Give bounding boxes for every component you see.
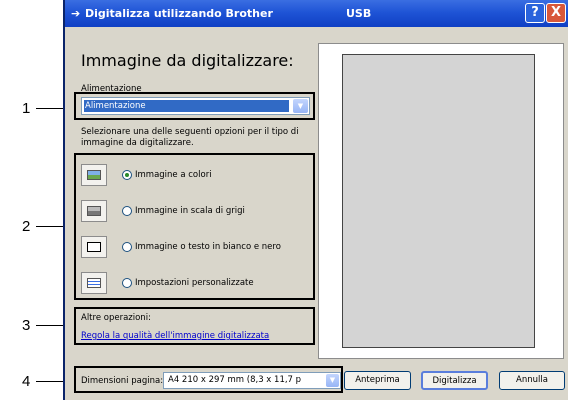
cancel-button[interactable]: Annulla [499,371,565,390]
chevron-down-icon[interactable]: ▼ [326,374,339,387]
radio-grayscale-image[interactable] [122,206,132,216]
preview-page [342,54,535,348]
option-grayscale-image[interactable]: Immagine in scala di grigi [135,206,245,216]
page-size-label: Dimensioni pagina: [81,376,164,386]
callout-4: 4 [22,373,31,390]
callout-2: 2 [22,218,31,235]
scan-button[interactable]: Digitalizza [421,371,488,390]
option-color-image[interactable]: Immagine a colori [135,170,212,180]
help-button[interactable]: ? [525,3,545,23]
custom-settings-icon[interactable] [81,272,107,294]
callout-3: 3 [22,317,31,334]
close-button[interactable]: X [546,3,566,23]
callout-1: 1 [22,100,31,117]
title-bar: ➔ Digitalizza utilizzando Brother USB ? … [65,0,568,27]
chevron-down-icon[interactable]: ▼ [293,99,308,113]
preview-button[interactable]: Anteprima [344,371,411,390]
option-custom-settings[interactable]: Impostazioni personalizzate [135,278,254,288]
grayscale-image-icon[interactable] [81,200,107,222]
preview-area [318,43,564,359]
source-select-value: Alimentazione [84,100,289,112]
page-size-value: A4 210 x 297 mm (8,3 x 11,7 p [168,375,302,385]
instructions-line-2: immagine da digitalizzare. [81,138,194,148]
source-select[interactable]: Alimentazione ▼ [81,97,310,115]
scanner-app-icon: ➔ [71,7,81,20]
instructions-line-1: Selezionare una delle seguenti opzioni p… [81,127,299,137]
page-size-select[interactable]: A4 210 x 297 mm (8,3 x 11,7 p ▼ [163,372,341,389]
page-title: Immagine da digitalizzare: [81,51,294,70]
radio-custom-settings[interactable] [122,278,132,288]
black-white-text-icon[interactable] [81,236,107,258]
scan-dialog: ➔ Digitalizza utilizzando Brother USB ? … [63,0,568,400]
connection-type: USB [346,7,372,20]
adjust-quality-link[interactable]: Regola la qualità dell'immagine digitali… [81,331,269,341]
other-operations-label: Altre operazioni: [81,313,151,323]
window-title: Digitalizza utilizzando Brother [85,7,273,20]
option-black-white[interactable]: Immagine o testo in bianco e nero [135,242,281,252]
radio-color-image[interactable] [122,170,132,180]
radio-black-white[interactable] [122,242,132,252]
color-image-icon[interactable] [81,164,107,186]
